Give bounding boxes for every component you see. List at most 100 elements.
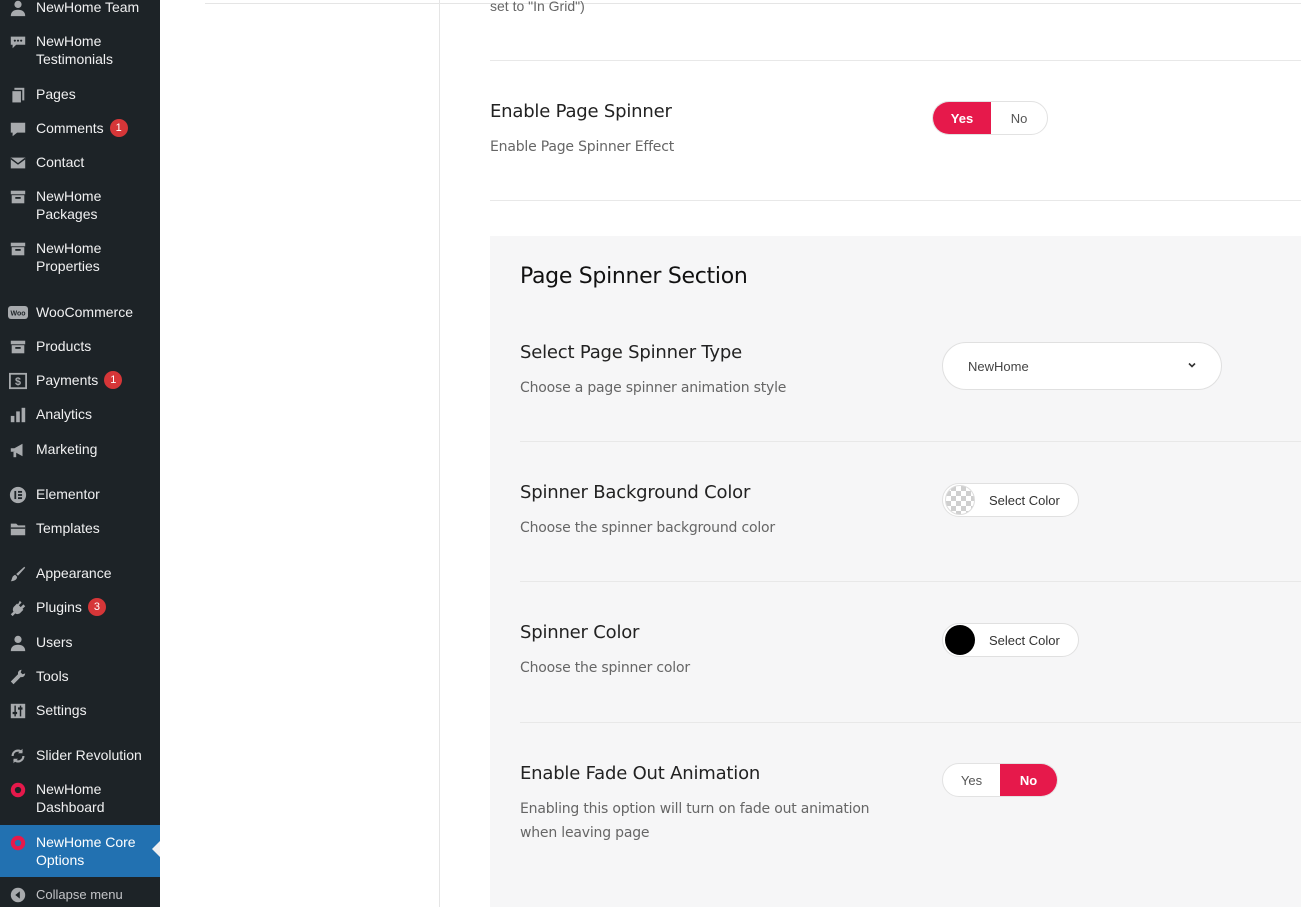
archive-icon [8, 337, 28, 357]
sidebar-item-label: Payments [36, 372, 99, 388]
sidebar-item-tools[interactable]: Tools [0, 667, 160, 687]
collapse-menu-label: Collapse menu [36, 887, 123, 902]
pages-icon [8, 85, 28, 105]
page-spinner-desc: Enable Page Spinner Effect [490, 139, 675, 155]
sidebar-item-label: NewHome Core Options [36, 834, 136, 868]
sidebar-item-label: Users [36, 634, 73, 650]
sidebar-item-label: NewHome Properties [36, 240, 102, 274]
page-spinner-section: Page Spinner Section Select Page Spinner… [490, 236, 1301, 907]
archive-icon [8, 239, 28, 259]
folder-icon [8, 519, 28, 539]
sidebar-item-newhome-dashboard[interactable]: NewHome Dashboard [0, 780, 160, 820]
sidebar-item-comments[interactable]: Comments 1 [0, 119, 160, 139]
option-divider [520, 722, 1301, 723]
svg-text:Woo: Woo [10, 311, 25, 318]
options-main: set to "In Grid") Enable Page Spinner En… [160, 0, 1301, 907]
bar-chart-icon [8, 405, 28, 425]
sidebar-item-newhome-properties[interactable]: NewHome Properties [0, 239, 160, 279]
sidebar-item-label: Tools [36, 668, 69, 684]
collapse-arrow-icon [8, 885, 28, 905]
sidebar-item-slider-revolution[interactable]: Slider Revolution [0, 746, 160, 766]
person-icon [8, 0, 28, 18]
transparent-swatch [945, 485, 975, 515]
sidebar-item-newhome-testimonials[interactable]: NewHome Testimonials [0, 32, 160, 72]
sidebar-item-label: Products [36, 338, 92, 354]
sidebar-item-analytics[interactable]: Analytics [0, 405, 160, 425]
envelope-icon [8, 153, 28, 173]
sidebar-item-label: NewHome Packages [36, 188, 102, 222]
sidebar-item-label: Elementor [36, 486, 100, 502]
current-item-notch [152, 841, 160, 857]
fade-out-desc: Enabling this option will turn on fade o… [520, 801, 870, 841]
sliders-icon [8, 701, 28, 721]
sidebar-item-newhome-team[interactable]: NewHome Team [0, 0, 160, 20]
sidebar-item-appearance[interactable]: Appearance [0, 564, 160, 584]
woo-icon: Woo [8, 303, 28, 323]
sidebar-item-woocommerce[interactable]: Woo WooCommerce [0, 303, 160, 323]
section-title: Page Spinner Section [520, 264, 748, 289]
plugins-count-badge: 3 [87, 598, 106, 616]
admin-sidebar: NewHome Team NewHome Testimonials Pages … [0, 0, 160, 907]
sidebar-item-label: Marketing [36, 441, 98, 457]
comment-icon [8, 119, 28, 139]
brush-icon [8, 564, 28, 584]
top-divider [205, 3, 1301, 4]
previous-option-desc: set to "In Grid") [490, 0, 585, 14]
plug-icon [8, 598, 28, 618]
option-divider [490, 60, 1301, 61]
sidebar-item-label: Plugins [36, 599, 82, 615]
sidebar-item-contact[interactable]: Contact [0, 153, 160, 173]
fade-out-no-button[interactable]: No [1000, 764, 1057, 796]
sidebar-item-elementor[interactable]: Elementor [0, 485, 160, 505]
option-divider [520, 581, 1301, 582]
ring-icon [8, 833, 28, 853]
sidebar-item-newhome-core-options[interactable]: NewHome Core Options [0, 825, 160, 877]
collapse-menu-button[interactable]: Collapse menu [0, 885, 160, 905]
sidebar-item-label: Contact [36, 154, 85, 170]
sidebar-item-label: NewHome Testimonials [36, 33, 114, 67]
sidebar-item-label: Appearance [36, 565, 112, 581]
spinner-type-selected-value: NewHome [968, 358, 1029, 374]
sidebar-item-label: Pages [36, 86, 76, 102]
fade-out-title: Enable Fade Out Animation [520, 763, 761, 784]
sidebar-item-newhome-packages[interactable]: NewHome Packages [0, 187, 160, 227]
wrench-icon [8, 667, 28, 687]
spinner-color-desc: Choose the spinner color [520, 660, 690, 676]
fade-out-yes-button[interactable]: Yes [943, 764, 1000, 796]
ring-icon [8, 780, 28, 800]
sidebar-item-payments[interactable]: $ Payments 1 [0, 371, 160, 391]
svg-text:$: $ [15, 376, 21, 388]
option-divider [490, 200, 1301, 201]
options-nav-divider [439, 0, 440, 907]
spinner-type-title: Select Page Spinner Type [520, 342, 742, 363]
payments-count-badge: 1 [104, 371, 123, 389]
page-spinner-toggle: Yes No [932, 101, 1048, 135]
sidebar-item-label: Analytics [36, 406, 93, 422]
bg-color-title: Spinner Background Color [520, 482, 751, 503]
spinner-color-button-label: Select Color [989, 632, 1060, 648]
sidebar-item-users[interactable]: Users [0, 633, 160, 653]
option-divider [520, 441, 1301, 442]
sidebar-item-pages[interactable]: Pages [0, 85, 160, 105]
speech-bubble-icon [8, 32, 28, 52]
sidebar-item-products[interactable]: Products [0, 337, 160, 357]
sidebar-item-label: Templates [36, 520, 100, 536]
sidebar-item-templates[interactable]: Templates [0, 519, 160, 539]
sidebar-item-label: Settings [36, 702, 87, 718]
dollar-icon: $ [8, 371, 28, 391]
page-spinner-yes-button[interactable]: Yes [933, 102, 991, 134]
fade-out-toggle: Yes No [942, 763, 1058, 797]
archive-icon [8, 187, 28, 207]
spinner-color-select-button[interactable]: Select Color [942, 623, 1079, 657]
bg-color-button-label: Select Color [989, 492, 1060, 508]
sidebar-item-marketing[interactable]: Marketing [0, 440, 160, 460]
sidebar-item-settings[interactable]: Settings [0, 701, 160, 721]
page-spinner-no-button[interactable]: No [991, 102, 1047, 134]
sidebar-item-label: Slider Revolution [36, 747, 142, 763]
sidebar-item-plugins[interactable]: Plugins 3 [0, 598, 160, 618]
bg-color-select-button[interactable]: Select Color [942, 483, 1079, 517]
sidebar-item-label: WooCommerce [36, 304, 133, 320]
spinner-type-select[interactable]: NewHome [942, 342, 1222, 390]
bg-color-desc: Choose the spinner background color [520, 520, 775, 536]
chevron-down-icon [1188, 362, 1196, 368]
